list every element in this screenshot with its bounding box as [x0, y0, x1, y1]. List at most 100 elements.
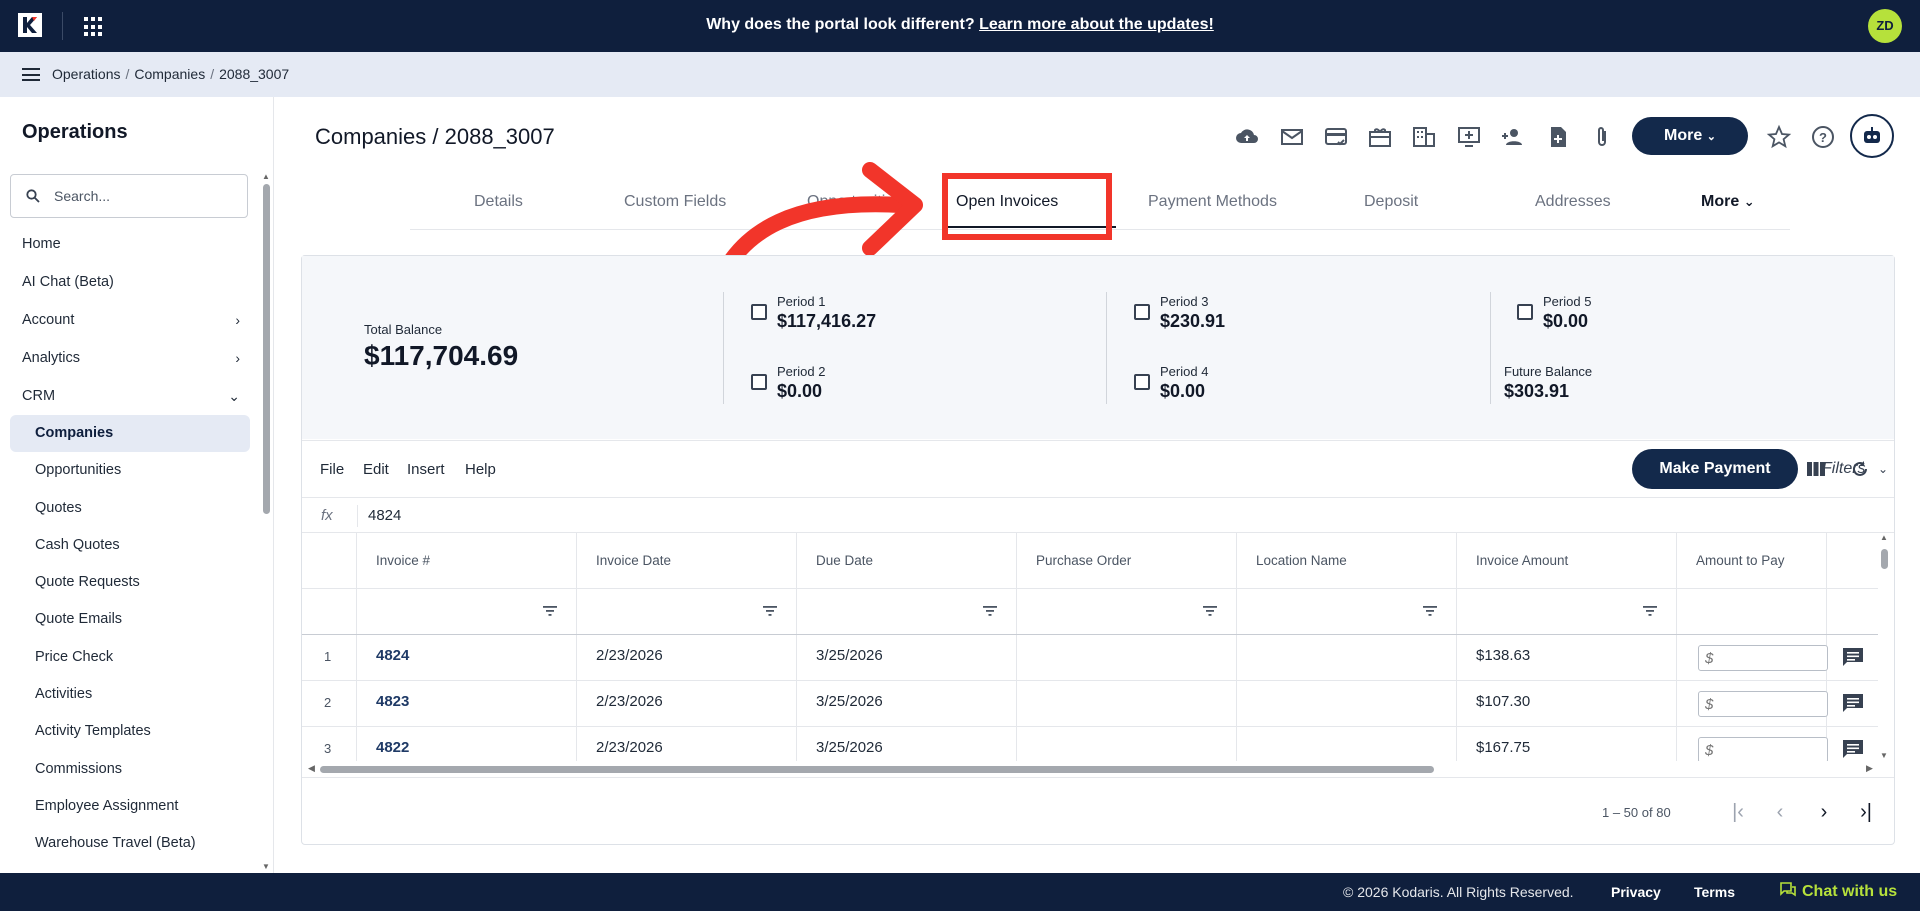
invoice-date-cell[interactable]: 2/23/2026: [596, 647, 663, 664]
sidebar-item-cash-quotes[interactable]: Cash Quotes: [0, 527, 258, 564]
sidebar-item-home[interactable]: Home: [0, 225, 258, 263]
refresh-icon[interactable]: [1850, 459, 1870, 479]
add-to-screen-icon[interactable]: [1456, 124, 1482, 150]
menu-help[interactable]: Help: [465, 461, 496, 478]
sidebar-item-opportunities[interactable]: Opportunities: [0, 452, 258, 489]
filter-icon[interactable]: [983, 606, 997, 616]
tab-deposit[interactable]: Deposit: [1364, 193, 1418, 211]
sidebar-item-commissions[interactable]: Commissions: [0, 751, 258, 788]
tab-details[interactable]: Details: [474, 193, 523, 211]
sidebar-item-employee-assignment[interactable]: Employee Assignment: [0, 788, 258, 825]
user-avatar[interactable]: ZD: [1868, 9, 1902, 43]
gift-card-icon[interactable]: [1367, 124, 1393, 150]
period-5-checkbox[interactable]: [1517, 304, 1533, 320]
due-date-cell[interactable]: 3/25/2026: [816, 739, 883, 756]
mail-icon[interactable]: [1279, 124, 1305, 150]
due-date-cell[interactable]: 3/25/2026: [816, 647, 883, 664]
make-payment-button[interactable]: Make Payment: [1632, 449, 1798, 489]
sidebar-item-activity-templates[interactable]: Activity Templates: [0, 713, 258, 750]
scrollbar-thumb[interactable]: [263, 184, 270, 514]
breadcrumb-operations[interactable]: Operations: [52, 66, 120, 82]
column-header-location-name[interactable]: Location Name: [1256, 553, 1347, 568]
scrollbar-thumb[interactable]: [320, 766, 1434, 773]
invoice-amount-cell[interactable]: $107.30: [1476, 693, 1530, 710]
tab-opportunities[interactable]: Opportunities: [807, 193, 902, 211]
more-button[interactable]: More ⌄: [1632, 117, 1748, 155]
scroll-up-icon[interactable]: ▲: [262, 172, 270, 181]
invoice-amount-cell[interactable]: $138.63: [1476, 647, 1530, 664]
ai-assistant-button[interactable]: [1850, 114, 1894, 158]
sidebar-item-ai-chat[interactable]: AI Chat (Beta): [0, 263, 258, 301]
filter-icon[interactable]: [1423, 606, 1437, 616]
columns-icon[interactable]: [1806, 459, 1826, 479]
comment-icon[interactable]: [1842, 647, 1864, 667]
formula-value[interactable]: 4824: [368, 507, 401, 524]
sidebar-item-quote-emails[interactable]: Quote Emails: [0, 601, 258, 638]
attachment-icon[interactable]: [1589, 124, 1615, 150]
previous-page-icon[interactable]: ‹: [1768, 800, 1792, 824]
sidebar-item-analytics[interactable]: Analytics ›: [0, 339, 258, 377]
column-header-purchase-order[interactable]: Purchase Order: [1036, 553, 1131, 568]
comment-icon[interactable]: [1842, 693, 1864, 713]
scroll-right-icon[interactable]: ▶: [1866, 763, 1873, 774]
invoice-date-cell[interactable]: 2/23/2026: [596, 739, 663, 756]
sidebar-item-price-check[interactable]: Price Check: [0, 639, 258, 676]
menu-edit[interactable]: Edit: [363, 461, 389, 478]
invoice-link[interactable]: 4824: [376, 647, 409, 664]
breadcrumb-companies[interactable]: Companies: [134, 66, 205, 82]
scroll-left-icon[interactable]: ◀: [308, 763, 315, 774]
add-document-icon[interactable]: [1545, 124, 1571, 150]
filter-icon[interactable]: [1643, 606, 1657, 616]
column-header-invoice[interactable]: Invoice #: [376, 553, 430, 568]
sidebar-scrollbar[interactable]: ▲ ▼: [262, 172, 270, 871]
first-page-icon[interactable]: |‹: [1726, 800, 1750, 824]
scroll-up-icon[interactable]: ▲: [1880, 533, 1888, 542]
column-header-due-date[interactable]: Due Date: [816, 553, 873, 568]
period-2-checkbox[interactable]: [751, 374, 767, 390]
amount-to-pay-input[interactable]: [1698, 645, 1828, 671]
tab-custom-fields[interactable]: Custom Fields: [624, 193, 726, 211]
comment-icon[interactable]: [1842, 739, 1864, 759]
scroll-down-icon[interactable]: ▼: [262, 862, 270, 871]
tab-payment-methods[interactable]: Payment Methods: [1148, 193, 1277, 211]
filter-icon[interactable]: [543, 606, 557, 616]
column-header-amount-to-pay[interactable]: Amount to Pay: [1696, 553, 1785, 568]
building-icon[interactable]: [1411, 124, 1437, 150]
grid-vertical-scrollbar[interactable]: ▲ ▼: [1878, 533, 1892, 763]
filter-icon[interactable]: [763, 606, 777, 616]
banner-learn-more-link[interactable]: Learn more about the updates!: [979, 16, 1214, 33]
period-1-checkbox[interactable]: [751, 304, 767, 320]
amount-to-pay-input[interactable]: [1698, 691, 1828, 717]
search-input[interactable]: [54, 185, 234, 207]
menu-insert[interactable]: Insert: [407, 461, 445, 478]
invoice-amount-cell[interactable]: $167.75: [1476, 739, 1530, 756]
period-3-checkbox[interactable]: [1134, 304, 1150, 320]
last-page-icon[interactable]: ›|: [1854, 800, 1878, 824]
grid-horizontal-scrollbar[interactable]: ◀ ▶: [308, 763, 1878, 775]
cloud-upload-icon[interactable]: [1234, 124, 1260, 150]
sidebar-item-quotes[interactable]: Quotes: [0, 490, 258, 527]
sidebar-item-warehouse-travel[interactable]: Warehouse Travel (Beta): [0, 825, 258, 862]
amount-to-pay-input[interactable]: [1698, 737, 1828, 761]
column-header-invoice-amount[interactable]: Invoice Amount: [1476, 553, 1568, 568]
sidebar-item-account[interactable]: Account ›: [0, 301, 258, 339]
filter-icon[interactable]: [1203, 606, 1217, 616]
sidebar-item-quote-requests[interactable]: Quote Requests: [0, 564, 258, 601]
star-icon[interactable]: [1766, 124, 1792, 150]
privacy-link[interactable]: Privacy: [1611, 884, 1661, 900]
tab-more[interactable]: More ⌄: [1701, 193, 1755, 211]
scrollbar-thumb[interactable]: [1881, 549, 1888, 569]
chat-with-us-button[interactable]: Chat with us: [1780, 882, 1897, 901]
due-date-cell[interactable]: 3/25/2026: [816, 693, 883, 710]
add-person-icon[interactable]: [1500, 124, 1526, 150]
next-page-icon[interactable]: ›: [1812, 800, 1836, 824]
payment-card-icon[interactable]: [1323, 124, 1349, 150]
sidebar-item-activities[interactable]: Activities: [0, 676, 258, 713]
invoice-link[interactable]: 4823: [376, 693, 409, 710]
invoice-date-cell[interactable]: 2/23/2026: [596, 693, 663, 710]
tab-addresses[interactable]: Addresses: [1535, 193, 1611, 211]
sidebar-item-companies[interactable]: Companies: [10, 415, 250, 453]
sidebar-item-crm[interactable]: CRM ⌄: [0, 377, 258, 415]
scroll-down-icon[interactable]: ▼: [1880, 751, 1888, 760]
menu-toggle-icon[interactable]: [22, 68, 40, 81]
